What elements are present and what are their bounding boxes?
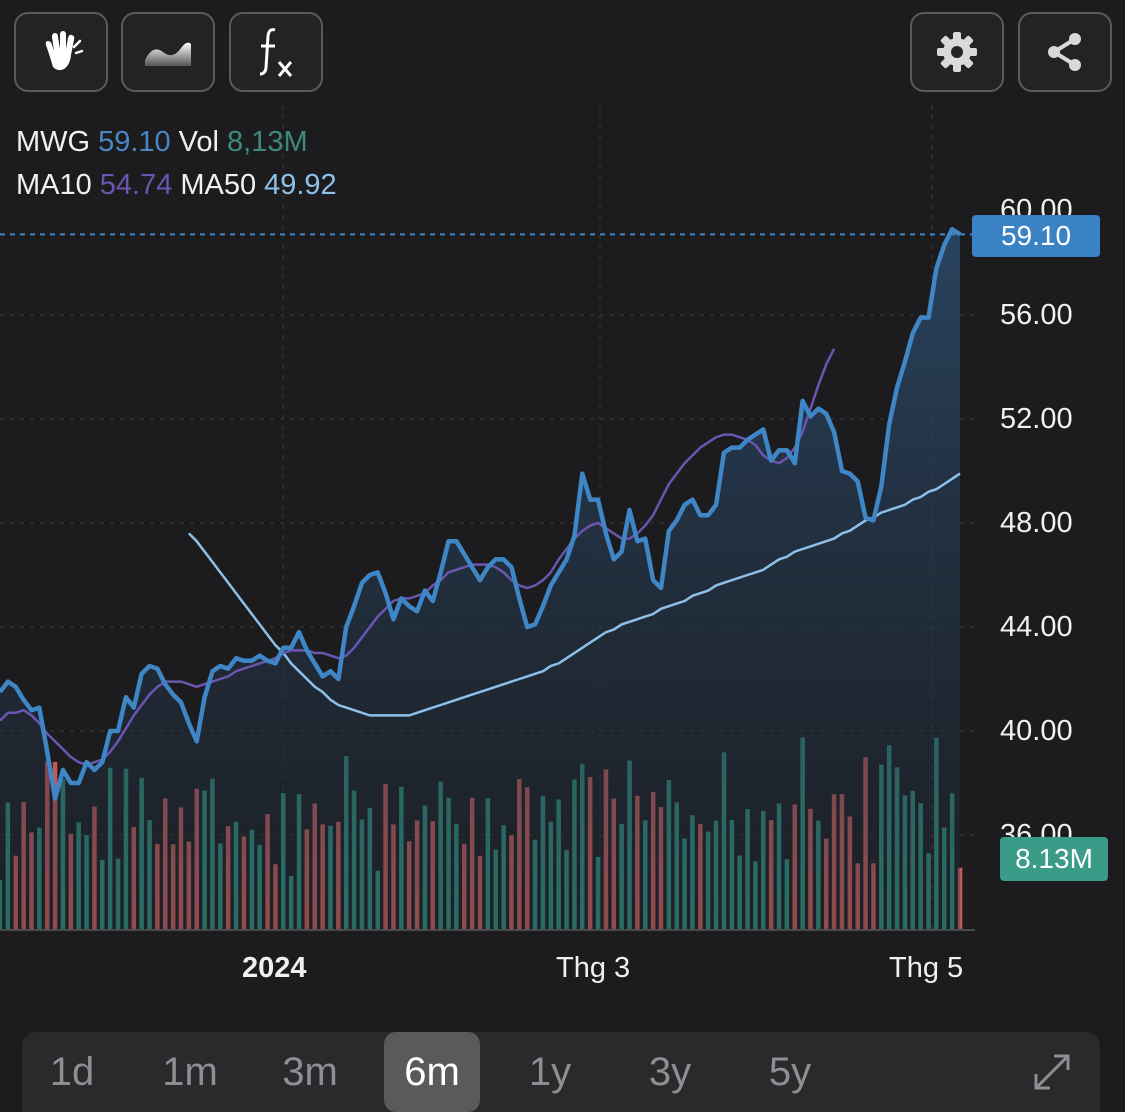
last-price-badge: 59.10 bbox=[972, 215, 1100, 257]
legend-row-price: MWG 59.10 Vol 8,13M bbox=[16, 126, 316, 159]
range-3y-button[interactable]: 3y bbox=[622, 1032, 718, 1112]
last-volume-badge: 8.13M bbox=[1000, 837, 1108, 881]
x-tick-label: Thg 3 bbox=[556, 952, 631, 984]
range-5y-button[interactable]: 5y bbox=[742, 1032, 838, 1112]
y-tick-label: 52.00 bbox=[1000, 403, 1073, 435]
legend-row-ma: MA10 54.74 MA50 49.92 bbox=[16, 169, 345, 202]
ma50-value: 49.92 bbox=[264, 169, 337, 201]
ma50-label: MA50 bbox=[180, 169, 257, 201]
fullscreen-button[interactable] bbox=[1004, 1032, 1100, 1112]
ticker-label: MWG bbox=[16, 126, 91, 158]
y-tick-label: 56.00 bbox=[1000, 299, 1073, 331]
range-6m-button[interactable]: 6m bbox=[384, 1032, 480, 1112]
x-tick-label: Thg 5 bbox=[889, 952, 964, 984]
y-tick-label: 48.00 bbox=[1000, 507, 1073, 539]
expand-icon bbox=[1034, 1054, 1070, 1090]
price-value: 59.10 bbox=[98, 126, 171, 158]
vol-label: Vol bbox=[178, 126, 219, 158]
range-1d-button[interactable]: 1d bbox=[24, 1032, 120, 1112]
price-chart[interactable] bbox=[0, 0, 1125, 1112]
range-1y-button[interactable]: 1y bbox=[502, 1032, 598, 1112]
range-selector: 1d 1m 3m 6m 1y 3y 5y bbox=[22, 1032, 1100, 1112]
ma10-label: MA10 bbox=[16, 169, 92, 201]
ma10-value: 54.74 bbox=[99, 169, 173, 201]
y-tick-label: 40.00 bbox=[1000, 715, 1073, 747]
y-tick-label: 44.00 bbox=[1000, 611, 1073, 643]
vol-value: 8,13M bbox=[227, 126, 308, 158]
range-3m-button[interactable]: 3m bbox=[262, 1032, 358, 1112]
range-1m-button[interactable]: 1m bbox=[142, 1032, 238, 1112]
x-tick-label: 2024 bbox=[242, 952, 307, 984]
